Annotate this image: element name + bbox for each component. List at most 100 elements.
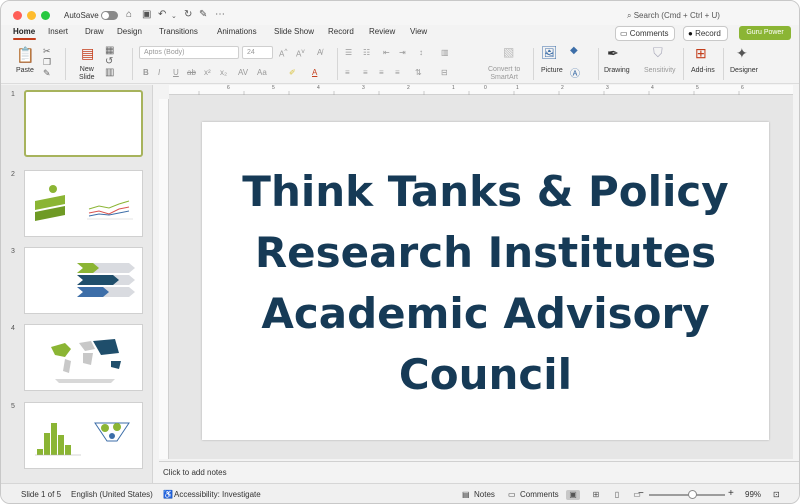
ribbon-separator (65, 48, 66, 80)
designer-icon[interactable]: ✦ (736, 45, 748, 62)
strikethrough-icon[interactable]: ab (187, 68, 196, 77)
tab-home[interactable]: Home (13, 27, 35, 36)
sensitivity-icon[interactable]: ⛉ (653, 45, 663, 61)
tab-animations[interactable]: Animations (217, 27, 257, 36)
slide-title-text[interactable]: Think Tanks & Policy Research Institutes… (202, 122, 769, 440)
current-slide[interactable]: Think Tanks & Policy Research Institutes… (202, 122, 769, 440)
accessibility-status[interactable]: Accessibility: Investigate (174, 490, 261, 499)
language-status[interactable]: English (United States) (71, 490, 153, 499)
title-bar: AutoSave ⌂ ▣ ↶ ⌄ ↻ ✎ ⋯ ⌕ Search (Cmd + C… (1, 1, 799, 25)
tab-record[interactable]: Record (328, 27, 354, 36)
fit-slide-icon[interactable]: ⊡ (773, 490, 780, 499)
undo-icon[interactable]: ↶ (158, 9, 166, 21)
histogram-funnel-thumbnail (35, 422, 130, 456)
italic-icon[interactable]: I (158, 68, 160, 77)
clear-format-icon[interactable]: A̸ (317, 48, 322, 57)
text-box-icon[interactable]: Ⓐ (570, 65, 580, 80)
ruler-label: 3 (606, 85, 609, 91)
tab-insert[interactable]: Insert (48, 27, 68, 36)
align-right-icon[interactable]: ≡ (379, 68, 384, 77)
redo-icon[interactable]: ↻ (184, 9, 192, 21)
guru-power-button[interactable]: Guru Power (739, 26, 791, 40)
align-center-icon[interactable]: ≡ (363, 68, 368, 77)
notes-pane[interactable]: Click to add notes (159, 461, 799, 483)
arrows-thumbnail (77, 263, 135, 297)
tab-view[interactable]: View (410, 27, 427, 36)
search-bar[interactable]: ⌕ Search (Cmd + Ctrl + U) (627, 11, 720, 21)
record-icon: ● (688, 29, 696, 38)
superscript-icon[interactable]: x² (204, 68, 211, 77)
tab-design[interactable]: Design (117, 27, 142, 36)
reading-view-icon[interactable]: ▯ (610, 490, 624, 500)
increase-font-icon[interactable]: A^ (279, 48, 287, 59)
change-case-icon[interactable]: Aa (257, 68, 267, 77)
home-icon[interactable]: ⌂ (126, 9, 132, 21)
font-color-icon[interactable]: A (312, 68, 317, 77)
zoom-level[interactable]: 99% (745, 490, 761, 499)
decrease-indent-icon[interactable]: ⇤ (383, 48, 390, 57)
new-slide-icon[interactable]: ▤ (81, 45, 94, 62)
copy-icon[interactable]: ❐ (43, 57, 51, 68)
increase-indent-icon[interactable]: ⇥ (399, 48, 406, 57)
comments-button[interactable]: ▭ Comments (615, 26, 676, 41)
font-size-combo[interactable]: 24 (242, 46, 273, 59)
undo-dropdown-icon[interactable]: ⌄ (171, 11, 177, 23)
tab-draw[interactable]: Draw (85, 27, 104, 36)
zoom-slider-track[interactable] (649, 494, 725, 496)
zoom-in-icon[interactable]: + (728, 488, 734, 499)
underline-icon[interactable]: U (173, 68, 179, 77)
justify-icon[interactable]: ≡ (395, 68, 400, 77)
autosave-label: AutoSave (64, 11, 99, 20)
text-direction-icon[interactable]: ⇅ (415, 68, 422, 77)
minimize-window-button[interactable] (27, 11, 36, 20)
decrease-font-icon[interactable]: Av (296, 48, 305, 59)
tab-review[interactable]: Review (369, 27, 395, 36)
subscript-icon[interactable]: x₂ (220, 68, 227, 77)
slide-thumbnail-3[interactable] (24, 247, 143, 314)
close-window-button[interactable] (13, 11, 22, 20)
line-spacing-icon[interactable]: ↕ (419, 48, 423, 57)
section-icon[interactable]: ▥ (105, 67, 114, 78)
smartart-icon[interactable]: ▧ (503, 45, 514, 59)
drawing-icon[interactable]: ✒ (607, 45, 619, 62)
character-spacing-icon[interactable]: AV (238, 68, 248, 77)
slide-thumbnail-1[interactable] (24, 90, 143, 157)
slide-thumbnail-5[interactable] (24, 402, 143, 469)
picture-icon[interactable]: 🖼 (541, 45, 558, 61)
record-button[interactable]: ● Record (683, 26, 728, 41)
normal-view-icon[interactable]: ▣ (566, 490, 580, 500)
format-painter-icon[interactable]: ✎ (199, 9, 207, 21)
slide-thumbnail-2[interactable] (24, 170, 143, 237)
zoom-slider-handle[interactable] (688, 490, 697, 499)
horizontal-ruler: 6 5 4 3 2 1 0 1 2 3 4 5 6 (169, 85, 793, 95)
columns-icon[interactable]: ▥ (441, 48, 449, 57)
bold-icon[interactable]: B (143, 68, 149, 77)
add-ins-label: Add-ins (691, 67, 715, 74)
paste-icon[interactable]: 📋 (16, 46, 35, 64)
comments-status-button[interactable]: Comments (520, 490, 559, 499)
font-name-combo[interactable]: Aptos (Body) (139, 46, 239, 59)
ruler-label: 4 (317, 85, 320, 91)
format-brush-icon[interactable]: ✎ (43, 68, 51, 79)
autosave-toggle[interactable] (101, 11, 118, 20)
highlight-icon[interactable]: ✐ (289, 68, 296, 77)
zoom-out-icon[interactable]: − (638, 488, 644, 499)
tab-slide-show[interactable]: Slide Show (274, 27, 314, 36)
reset-icon[interactable]: ↺ (105, 56, 113, 67)
zoom-window-button[interactable] (41, 11, 50, 20)
layout-icon[interactable]: ▦ (105, 45, 114, 56)
notes-placeholder: Click to add notes (163, 468, 227, 477)
save-icon[interactable]: ▣ (142, 9, 151, 21)
shapes-icon[interactable]: ◆ (570, 45, 578, 56)
cut-icon[interactable]: ✂ (43, 46, 51, 57)
slide-sorter-icon[interactable]: ⊞ (589, 490, 603, 500)
more-icon[interactable]: ⋯ (215, 9, 225, 21)
slide-thumbnail-4[interactable] (24, 324, 143, 391)
align-left-icon[interactable]: ≡ (345, 68, 350, 77)
numbering-icon[interactable]: ☷ (363, 48, 370, 57)
align-text-icon[interactable]: ⊟ (441, 68, 448, 77)
tab-transitions[interactable]: Transitions (159, 27, 198, 36)
add-ins-icon[interactable]: ⊞ (695, 45, 707, 62)
bullets-icon[interactable]: ☰ (345, 48, 352, 57)
notes-button[interactable]: Notes (474, 490, 495, 499)
